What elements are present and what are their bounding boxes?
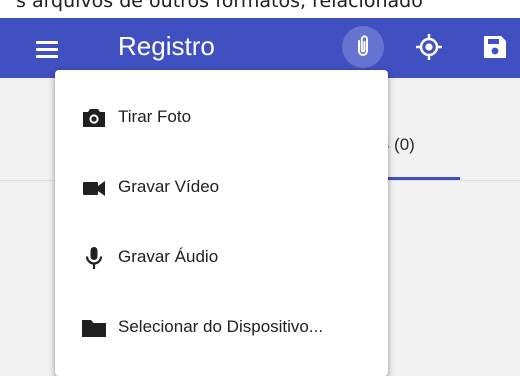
gps-target-icon[interactable] (415, 33, 443, 61)
page-caption-strip: s arquivos de outros formatos, relaciona… (0, 0, 520, 18)
menu-item-record-video[interactable]: Gravar Vídeo (55, 160, 388, 216)
paperclip-icon (358, 35, 368, 56)
hamburger-menu-icon[interactable] (36, 39, 60, 59)
app-bar: Registro (0, 18, 520, 78)
menu-item-label: Tirar Foto (118, 107, 192, 126)
attach-button[interactable] (342, 26, 384, 68)
menu-item-take-photo[interactable]: Tirar Foto (55, 90, 388, 146)
folder-icon (82, 320, 106, 337)
menu-item-label: Gravar Áudio (118, 247, 219, 266)
caption-text: s arquivos de outros formatos, relaciona… (16, 0, 423, 12)
menu-item-record-audio[interactable]: Gravar Áudio (55, 230, 388, 286)
attach-menu: Tirar Foto Gravar Vídeo Gravar Áudio Sel… (55, 70, 388, 376)
menu-item-label: Selecionar do Dispositivo... (118, 317, 324, 336)
camera-icon (83, 109, 105, 127)
page-title: Registro (118, 31, 215, 61)
menu-item-select-from-device[interactable]: Selecionar do Dispositivo... (55, 300, 388, 356)
videocam-icon (83, 181, 105, 196)
floppy-save-icon[interactable] (482, 34, 508, 60)
menu-item-label: Gravar Vídeo (118, 177, 220, 196)
microphone-icon (85, 247, 103, 269)
